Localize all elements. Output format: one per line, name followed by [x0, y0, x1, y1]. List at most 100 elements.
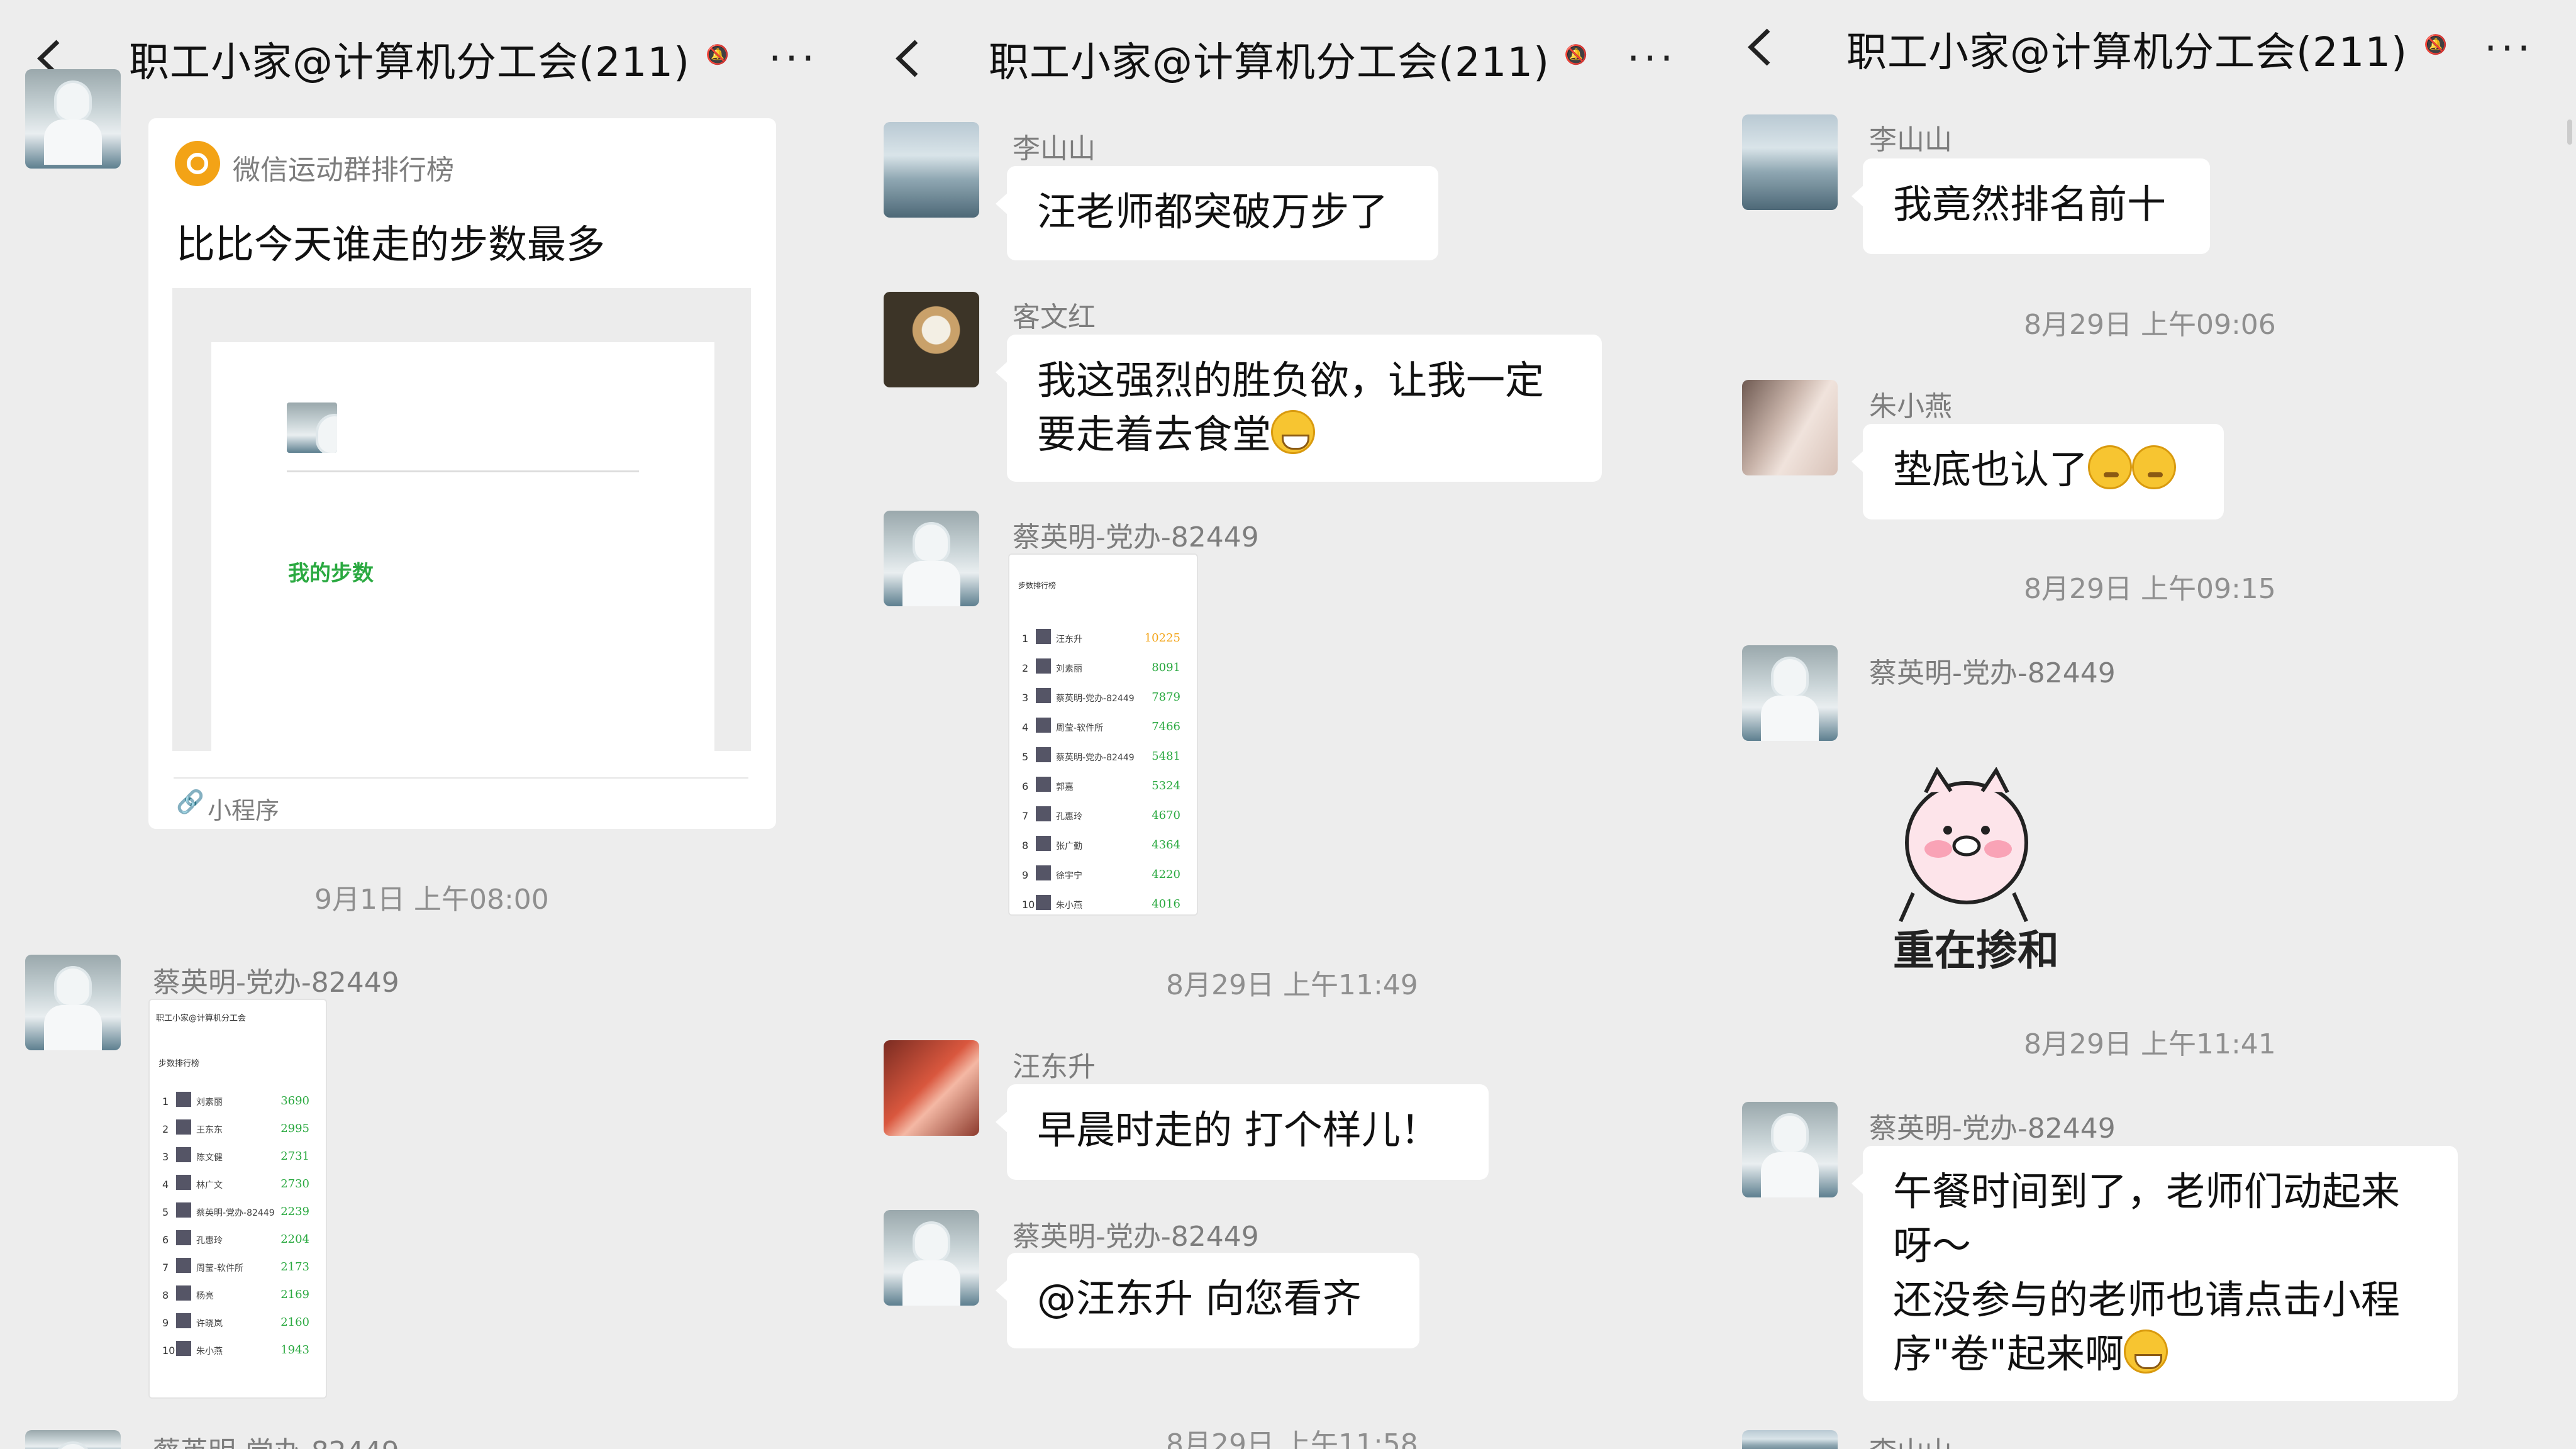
divider — [287, 470, 639, 472]
message-text: 我竟然排名前十 — [1893, 181, 2167, 227]
avatar[interactable] — [1742, 380, 1838, 475]
step-count: 2173 — [280, 1260, 309, 1274]
avatar — [1036, 658, 1051, 674]
message-bubble: @汪东升 向您看齐 — [996, 1253, 1419, 1348]
divider — [174, 777, 748, 779]
avatar[interactable] — [884, 122, 979, 218]
rank-name: 杨亮 — [196, 1291, 214, 1301]
avatar — [176, 1092, 191, 1107]
ranking-row: 2 王东东 2995 — [160, 1116, 316, 1141]
avatar[interactable] — [1742, 645, 1838, 741]
image-message[interactable]: 步数排行榜 1 汪东升 10225 2 刘素丽 8091 3 蔡英明-党办-82449 7879… — [1008, 553, 1198, 916]
rank-number: 1 — [1022, 633, 1029, 645]
step-count: 4016 — [1152, 897, 1180, 911]
back-arrow-icon[interactable] — [890, 36, 928, 80]
preview-avatar — [287, 402, 337, 453]
rank-number: 6 — [162, 1234, 169, 1246]
chat-title: 职工小家@计算机分工会(211) — [1846, 30, 2408, 76]
step-count: 7879 — [1152, 691, 1180, 704]
pig-sticker[interactable]: 重在掺和 — [1888, 767, 2070, 981]
avatar — [1036, 895, 1051, 910]
avatar[interactable] — [884, 292, 979, 387]
step-count: 4220 — [1152, 868, 1180, 881]
chat-title: 职工小家@计算机分工会(211) — [129, 40, 691, 86]
chat-header: 职工小家@计算机分工会(211) 🔕 ··· — [1717, 0, 2576, 107]
message-text: 要走着去食堂 — [1037, 411, 1272, 457]
more-icon[interactable]: ··· — [2484, 29, 2534, 69]
avatar[interactable] — [1742, 1102, 1838, 1197]
ranking-row: 1 刘素丽 3690 — [160, 1088, 316, 1113]
sender-name: 李山山 — [1869, 1429, 1952, 1449]
ranking-row: 8 杨亮 2169 — [160, 1282, 316, 1307]
avatar — [176, 1341, 191, 1356]
sender-name: 蔡英明-党办-82449 — [1013, 521, 1259, 553]
thinking-emoji-icon — [2132, 445, 2177, 489]
sender-name: 蔡英明-党办-82449 — [153, 967, 399, 999]
timestamp: 8月29日 上午09:15 — [2024, 573, 2276, 605]
message-bubble: 午餐时间到了，老师们动起来 呀～ 还没参与的老师也请点击小程 序"卷"起来啊 — [1852, 1146, 2458, 1401]
step-count: 2239 — [280, 1205, 309, 1218]
rank-name: 张广勤 — [1056, 841, 1082, 852]
ranking-row: 10 朱小燕 4016 — [1019, 891, 1187, 914]
scrollbar[interactable] — [2567, 119, 2572, 145]
avatar — [176, 1313, 191, 1328]
rank-number: 4 — [162, 1179, 169, 1191]
sender-name: 李山山 — [1869, 124, 1952, 156]
message-text: 早晨时走的 打个样儿！ — [1037, 1107, 1440, 1153]
shot-rank-title: 步数排行榜 — [1018, 581, 1057, 590]
rank-name: 孔惠玲 — [196, 1236, 223, 1246]
pig-sticker-image — [1899, 767, 2028, 923]
more-icon[interactable]: ··· — [769, 39, 818, 79]
rank-name: 刘素丽 — [196, 1097, 223, 1108]
wechat-sport-icon — [175, 141, 220, 186]
chat-title: 职工小家@计算机分工会(211) — [989, 40, 1550, 86]
avatar[interactable] — [25, 955, 121, 1050]
ranking-row: 3 蔡英明-党办-82449 7879 — [1019, 684, 1187, 709]
avatar[interactable] — [884, 1040, 979, 1136]
timestamp: 8月29日 上午09:06 — [2024, 309, 2276, 341]
step-count: 3690 — [280, 1094, 309, 1108]
step-count: 5481 — [1152, 750, 1180, 763]
mute-icon: 🔕 — [706, 44, 730, 66]
avatar — [1036, 806, 1051, 821]
grin-emoji-icon — [2124, 1330, 2168, 1374]
avatar — [1036, 836, 1051, 851]
timestamp: 8月29日 上午11:41 — [2024, 1028, 2276, 1060]
rank-number: 7 — [1022, 810, 1029, 822]
timestamp: 8月29日 上午11:49 — [1166, 969, 1418, 1001]
avatar[interactable] — [1742, 114, 1838, 210]
rank-number: 9 — [1022, 869, 1029, 881]
sticker-caption: 重在掺和 — [1893, 926, 2059, 975]
rank-name: 朱小燕 — [1056, 901, 1082, 911]
avatar — [176, 1258, 191, 1273]
avatar[interactable] — [1742, 1430, 1838, 1449]
rank-name: 郭嘉 — [1056, 782, 1074, 792]
sender-name: 客文红 — [1013, 301, 1096, 333]
sender-name: 朱小燕 — [1869, 391, 1952, 423]
more-icon[interactable]: ··· — [1627, 39, 1677, 79]
message-text: 我这强烈的胜负欲，让我一定 — [1037, 357, 1545, 403]
rank-name: 林广文 — [196, 1180, 223, 1191]
back-arrow-icon[interactable] — [1742, 25, 1780, 69]
sender-name: 汪东升 — [1013, 1051, 1096, 1083]
mute-icon: 🔕 — [2424, 34, 2448, 56]
rank-name: 朱小燕 — [196, 1346, 223, 1357]
image-message[interactable]: 职工小家@计算机分工会 步数排行榜 1 刘素丽 3690 2 王东东 2995 3 陈文健 27… — [148, 999, 327, 1399]
rank-name: 汪东升 — [1056, 635, 1082, 645]
rank-name: 许晓岚 — [196, 1319, 223, 1329]
message-text: 垫底也认了 — [1893, 447, 2089, 492]
chat-panel-3: 职工小家@计算机分工会(211) 🔕 ··· 李山山 我竟然排名前十 8月29日… — [1717, 0, 2576, 1449]
mini-program-card[interactable]: 微信运动群排行榜 比比今天谁走的步数最多 我的步数 🔗 小程序 — [148, 118, 776, 829]
avatar — [176, 1147, 191, 1162]
avatar — [176, 1202, 191, 1218]
ranking-row: 5 蔡英明-党办-82449 5481 — [1019, 743, 1187, 769]
step-count: 2160 — [280, 1316, 309, 1329]
avatar[interactable] — [25, 69, 121, 169]
message-bubble: 我这强烈的胜负欲，让我一定 要走着去食堂 — [996, 335, 1602, 482]
rank-number: 3 — [1022, 692, 1029, 704]
avatar[interactable] — [25, 1430, 121, 1449]
message-bubble: 汪老师都突破万步了 — [996, 166, 1438, 260]
avatar[interactable] — [884, 1210, 979, 1306]
step-count: 2731 — [280, 1150, 309, 1163]
avatar[interactable] — [884, 511, 979, 606]
